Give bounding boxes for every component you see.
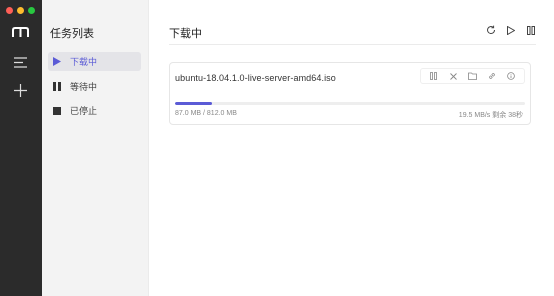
progress-fill [175,102,213,105]
link-icon[interactable] [487,71,497,81]
task-name: ubuntu-18.04.1.0-live-server-amd64.iso [175,73,336,83]
app-logo-icon [12,25,29,43]
sidebar-item-downloading[interactable]: 下载中 [48,52,141,71]
play-icon [52,57,62,67]
resume-all-button[interactable] [506,25,516,35]
pause-icon [527,25,535,35]
window-controls [6,7,35,14]
minimize-window-button[interactable] [17,7,24,14]
sidebar-item-label: 下载中 [70,57,98,67]
stop-icon [52,106,62,116]
sidebar-item-waiting[interactable]: 等待中 [48,77,141,96]
task-size: 87.0 MB / 812.0 MB [175,110,237,117]
app-rail [0,0,42,296]
play-icon [507,25,515,35]
close-window-button[interactable] [6,7,13,14]
refresh-icon[interactable] [486,25,496,35]
page-title: 下载中 [169,28,202,40]
progress-bar [175,102,525,105]
pause-icon [52,82,62,92]
close-icon[interactable] [448,71,458,81]
sidebar-title: 任务列表 [50,28,94,40]
main-toolbar [486,25,536,35]
pause-icon[interactable] [429,71,439,81]
task-speed: 19.5 MB/s 剩余 38秒 [458,112,523,119]
sidebar-item-stopped[interactable]: 已停止 [48,101,141,120]
header-divider [169,44,536,45]
info-icon[interactable] [506,71,516,81]
add-task-icon[interactable] [14,84,27,102]
sidebar-item-label: 已停止 [70,106,98,116]
maximize-window-button[interactable] [28,7,35,14]
folder-icon[interactable] [467,71,477,81]
sidebar-item-label: 等待中 [70,82,98,92]
menu-icon[interactable] [14,55,27,73]
task-actions [420,68,525,84]
main-panel: 下载中 ubuntu-18.04.1.0-live-server-amd64.i… [149,0,554,296]
pause-all-button[interactable] [526,25,536,35]
task-item[interactable]: ubuntu-18.04.1.0-live-server-amd64.iso 8… [169,62,531,125]
task-sidebar: 任务列表 下载中 等待中 已停止 [42,0,149,296]
